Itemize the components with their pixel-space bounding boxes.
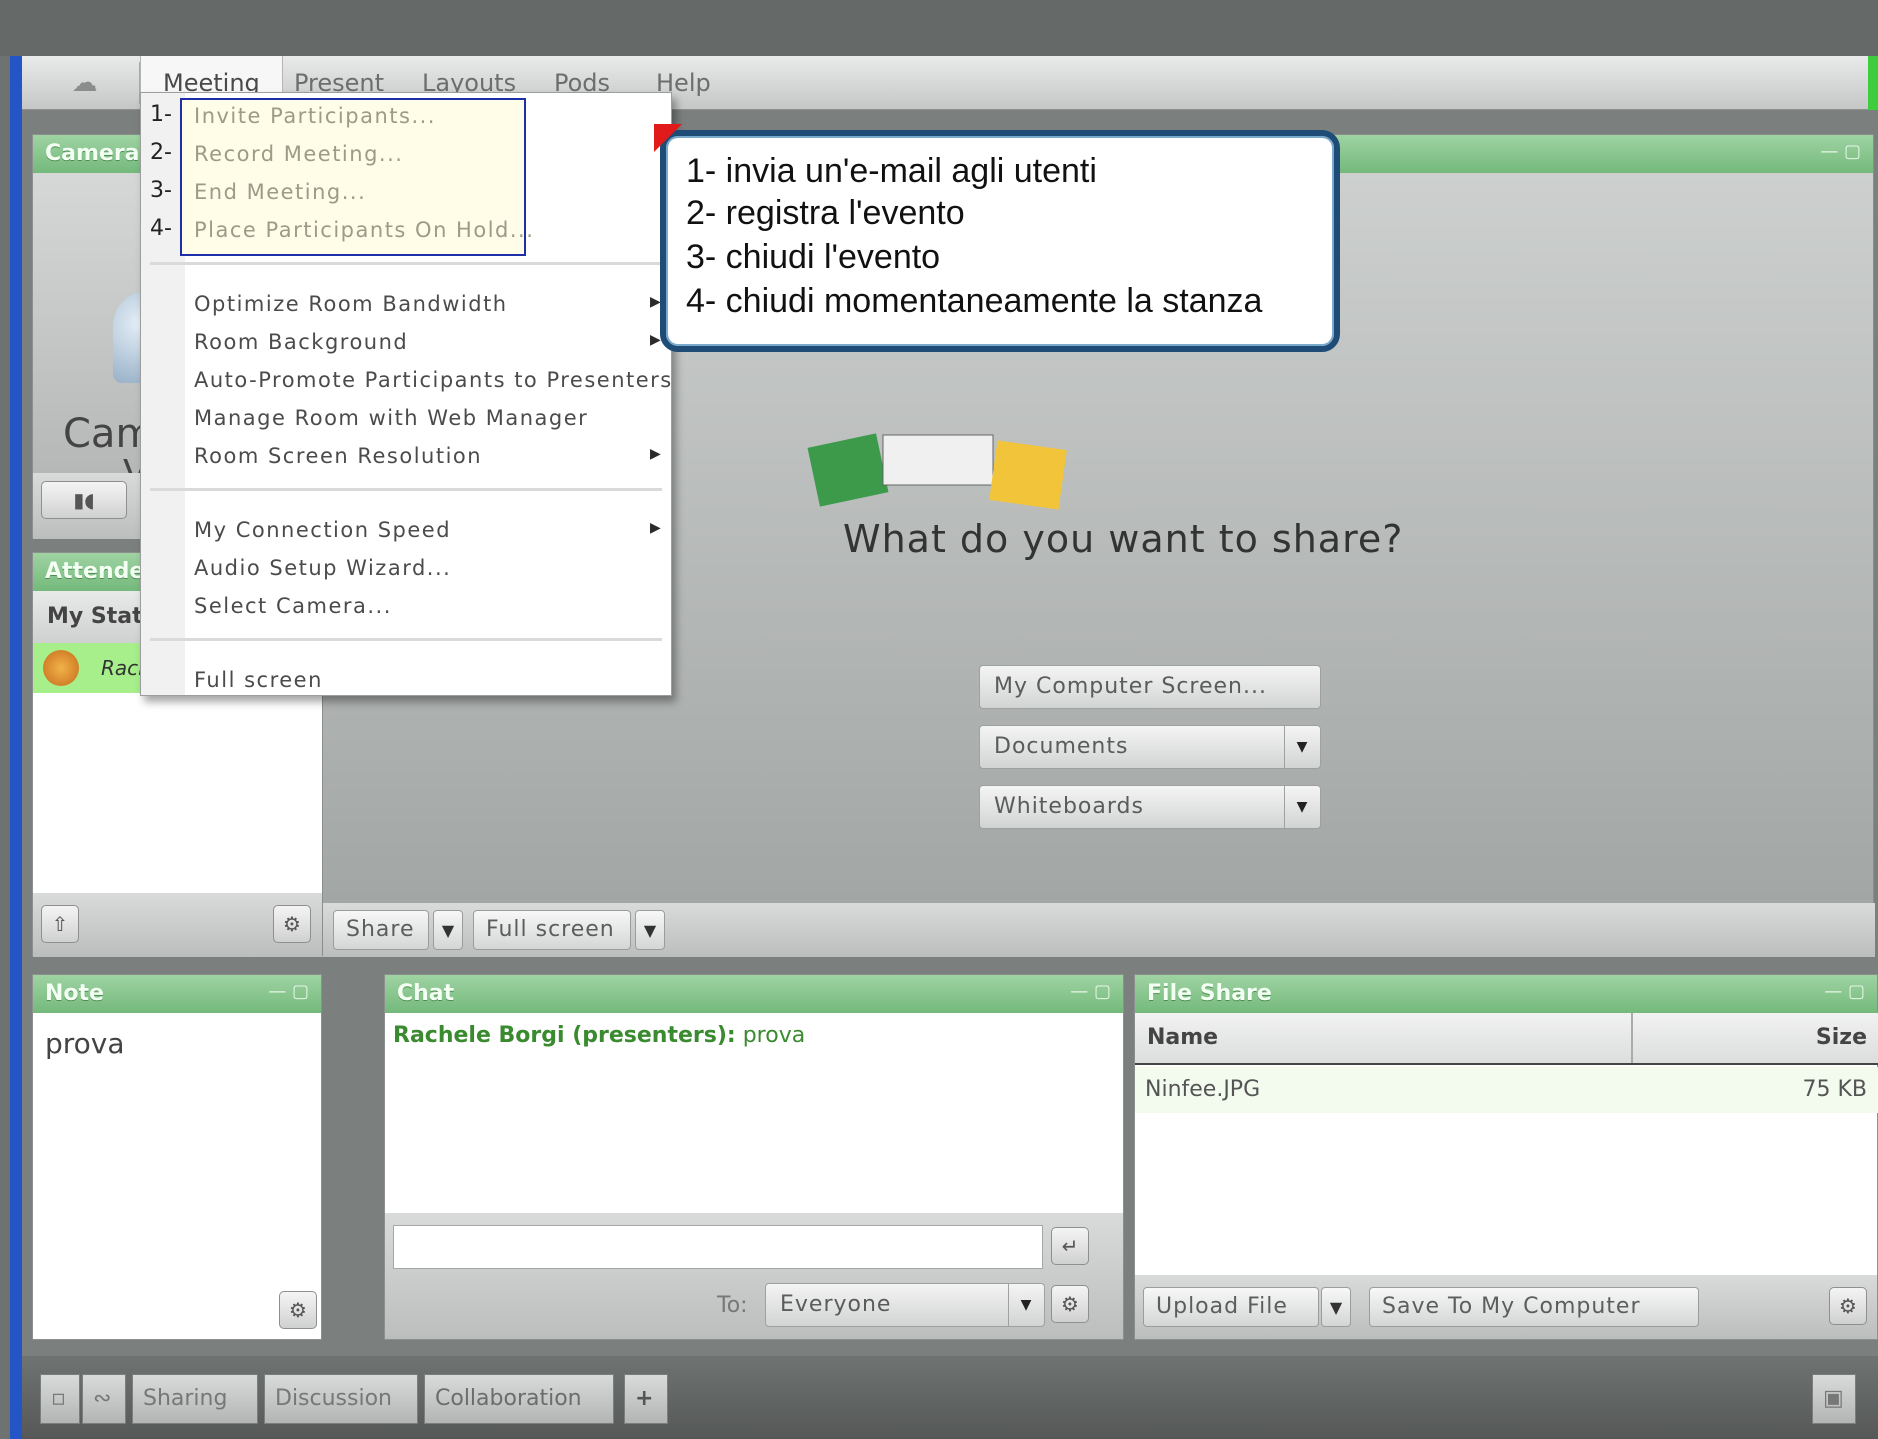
- layout-tab-bar: ▫ ∾ Sharing Discussion Collaboration + ▣: [22, 1356, 1878, 1439]
- pod-window-controls[interactable]: — ▢: [1067, 981, 1111, 1005]
- menu-item-audio-wizard[interactable]: Audio Setup Wizard...: [194, 556, 451, 580]
- menu-item-room-background[interactable]: Room Background: [194, 330, 408, 354]
- column-name[interactable]: Name: [1147, 1025, 1218, 1050]
- pod-window-controls[interactable]: — ▢: [265, 981, 309, 1005]
- callout-line: 1- invia un'e-mail agli utenti: [686, 152, 1097, 190]
- fullscreen-dropdown-arrow[interactable]: ▼: [635, 910, 665, 950]
- chat-text: prova: [742, 1023, 806, 1048]
- settings-icon[interactable]: ⚙: [279, 1291, 317, 1329]
- menu-item-optimize-bandwidth[interactable]: Optimize Room Bandwidth: [194, 292, 508, 316]
- menu-item-record-meeting[interactable]: Record Meeting...: [194, 142, 403, 166]
- share-pod-footer: Share ▼ Full screen ▼: [323, 903, 1875, 957]
- whiteboards-label: Whiteboards: [994, 794, 1144, 819]
- handshake-icon[interactable]: ∾: [82, 1374, 126, 1424]
- submenu-arrow-icon: ▶: [650, 446, 661, 462]
- chat-sender: Rachele Borgi (presenters):: [393, 1023, 736, 1048]
- callout-line: 2- registra l'evento: [686, 194, 965, 232]
- share-button[interactable]: Share: [333, 910, 429, 950]
- menu-item-connection-speed[interactable]: My Connection Speed: [194, 518, 451, 542]
- documents-label: Documents: [994, 734, 1129, 759]
- number-label: 4-: [150, 216, 172, 241]
- menu-separator: [150, 262, 662, 265]
- pod-footer: ⇧ ⚙: [33, 893, 323, 957]
- number-label: 3-: [150, 178, 172, 203]
- callout-corner-marker: [654, 124, 682, 152]
- to-label: To:: [717, 1293, 748, 1318]
- share-graphic-icon: [807, 433, 1067, 510]
- status-indicator: [1868, 56, 1878, 110]
- send-icon[interactable]: ↵: [1051, 1227, 1089, 1265]
- save-layout-icon[interactable]: ▣: [1812, 1374, 1856, 1424]
- camera-mic-button[interactable]: ▮◖: [41, 481, 127, 519]
- file-size: 75 KB: [1802, 1077, 1867, 1102]
- documents-dropdown[interactable]: Documents ▼: [979, 725, 1321, 769]
- column-divider: [1631, 1013, 1633, 1063]
- menu-item-auto-promote[interactable]: Auto-Promote Participants to Presenters: [194, 368, 673, 392]
- window-left-frame: [10, 56, 22, 1439]
- raise-hand-icon[interactable]: ⇧: [41, 905, 79, 943]
- file-share-footer: Upload File ▼ Save To My Computer ⚙: [1135, 1275, 1877, 1339]
- share-screen-button[interactable]: My Computer Screen...: [979, 665, 1321, 709]
- callout-annotation: 1- invia un'e-mail agli utenti 2- regist…: [660, 130, 1340, 352]
- settings-icon[interactable]: ⚙: [1829, 1287, 1867, 1325]
- file-table-header: Name Size: [1135, 1013, 1878, 1065]
- column-size[interactable]: Size: [1816, 1025, 1867, 1050]
- tab-sharing[interactable]: Sharing: [132, 1374, 258, 1424]
- upload-dropdown-arrow[interactable]: ▼: [1321, 1287, 1351, 1327]
- pod-window-controls[interactable]: — ▢: [1821, 981, 1865, 1005]
- callout-line: 3- chiudi l'evento: [686, 238, 941, 276]
- chevron-down-icon: ▼: [1284, 726, 1320, 768]
- chat-footer: ↵ To: Everyone ▼ ⚙: [385, 1213, 1123, 1339]
- note-pod: Note — ▢ prova ⚙: [32, 974, 322, 1340]
- pod-title: Chat: [385, 975, 1123, 1013]
- tab-collaboration[interactable]: Collaboration: [424, 1374, 614, 1424]
- window-top-frame: [0, 0, 1878, 56]
- submenu-arrow-icon: ▶: [650, 520, 661, 536]
- recipient-label: Everyone: [780, 1292, 892, 1317]
- menu-item-invite-participants[interactable]: Invite Participants...: [194, 104, 436, 128]
- chevron-down-icon: ▼: [1008, 1284, 1044, 1326]
- menu-item-web-manager[interactable]: Manage Room with Web Manager: [194, 406, 588, 430]
- number-label: 1-: [150, 102, 172, 127]
- save-to-computer-button[interactable]: Save To My Computer: [1369, 1287, 1699, 1327]
- tab-discussion[interactable]: Discussion: [264, 1374, 418, 1424]
- menu-item-select-camera[interactable]: Select Camera...: [194, 594, 392, 618]
- callout-line: 4- chiudi momentaneamente la stanza: [686, 282, 1263, 320]
- cloud-logo-icon[interactable]: ☁: [30, 62, 140, 104]
- menu-item-screen-resolution[interactable]: Room Screen Resolution: [194, 444, 482, 468]
- note-text[interactable]: prova: [45, 1027, 125, 1060]
- settings-icon[interactable]: ⚙: [273, 905, 311, 943]
- file-name: Ninfee.JPG: [1145, 1077, 1261, 1102]
- share-question: What do you want to share?: [843, 517, 1404, 561]
- menu-separator: [150, 488, 662, 491]
- host-icon: [43, 650, 79, 686]
- whiteboards-dropdown[interactable]: Whiteboards ▼: [979, 785, 1321, 829]
- chat-message: Rachele Borgi (presenters): prova: [393, 1023, 805, 1048]
- pod-window-controls[interactable]: — ▢: [1817, 141, 1861, 165]
- fullscreen-button[interactable]: Full screen: [473, 910, 631, 950]
- chevron-down-icon: ▼: [1284, 786, 1320, 828]
- chat-pod: Chat — ▢ Rachele Borgi (presenters): pro…: [384, 974, 1124, 1340]
- upload-file-button[interactable]: Upload File: [1143, 1287, 1319, 1327]
- number-label: 2-: [150, 140, 172, 165]
- recipient-dropdown[interactable]: Everyone ▼: [765, 1283, 1045, 1327]
- pod-title: File Share: [1135, 975, 1877, 1013]
- menu-item-full-screen[interactable]: Full screen: [194, 668, 323, 692]
- settings-icon[interactable]: ⚙: [1051, 1285, 1089, 1323]
- file-row[interactable]: Ninfee.JPG 75 KB: [1135, 1067, 1878, 1113]
- lock-icon[interactable]: ▫: [40, 1374, 80, 1424]
- share-dropdown-arrow[interactable]: ▼: [433, 910, 463, 950]
- menu-item-place-on-hold[interactable]: Place Participants On Hold...: [194, 218, 534, 242]
- menu-item-end-meeting[interactable]: End Meeting...: [194, 180, 366, 204]
- file-share-pod: File Share — ▢ Name Size Ninfee.JPG 75 K…: [1134, 974, 1878, 1340]
- menu-separator: [150, 638, 662, 641]
- chat-input[interactable]: [393, 1225, 1043, 1269]
- add-layout-button[interactable]: +: [624, 1374, 668, 1424]
